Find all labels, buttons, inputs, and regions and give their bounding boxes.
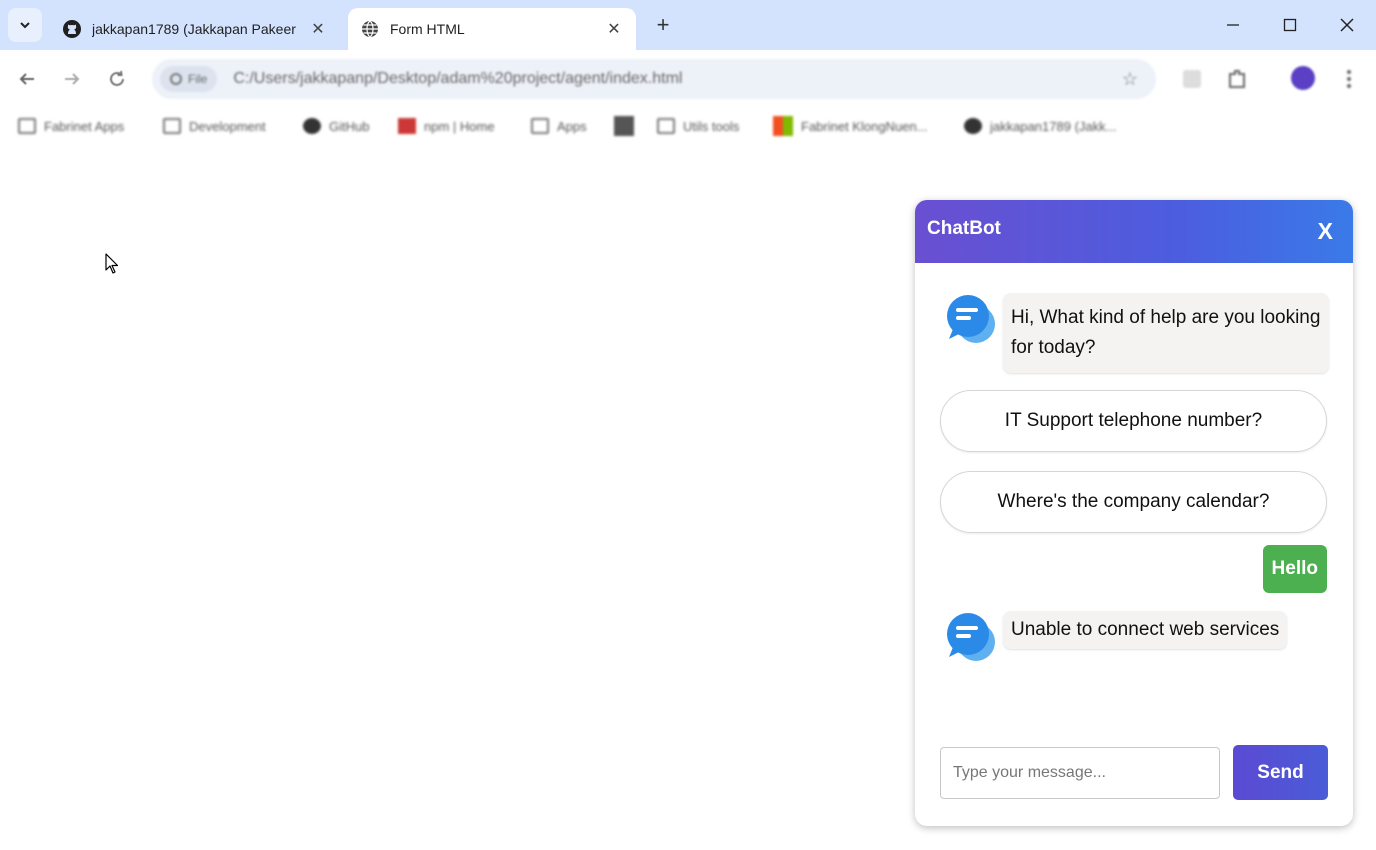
tab-title: jakkapan1789 (Jakkapan Pakeer <box>92 21 296 37</box>
back-button[interactable] <box>14 66 40 92</box>
tab-search-button[interactable] <box>8 8 42 42</box>
bookmarks-bar: Fabrinet Apps Development GitHub npm | H… <box>0 108 1376 144</box>
chat-header: ChatBot X <box>915 200 1353 263</box>
bookmark-item[interactable]: jakkapan1789 (Jakk... <box>964 116 1116 136</box>
reload-button[interactable] <box>104 66 130 92</box>
mouse-cursor-icon <box>105 253 119 274</box>
bookmark-item[interactable]: npm | Home <box>398 116 495 136</box>
github-icon <box>964 118 982 134</box>
quick-reply-option[interactable]: IT Support telephone number? <box>940 390 1327 452</box>
calculator-icon <box>614 116 634 136</box>
chat-input-row: Send <box>940 745 1328 801</box>
close-window-button[interactable] <box>1332 10 1362 40</box>
bookmark-item[interactable]: Fabrinet Apps <box>18 116 124 136</box>
maximize-button[interactable] <box>1275 10 1305 40</box>
npm-icon <box>398 118 416 134</box>
minimize-icon <box>1227 24 1239 26</box>
folder-icon <box>18 118 36 134</box>
tab-strip: jakkapan1789 (Jakkapan Pakeer ✕ Form HTM… <box>0 0 1376 50</box>
quick-reply-option[interactable]: Where's the company calendar? <box>940 471 1327 533</box>
bookmark-label: Apps <box>557 118 587 134</box>
microsoft-icon <box>773 116 793 136</box>
bot-message: Hi, What kind of help are you looking fo… <box>945 293 1329 373</box>
forward-button[interactable] <box>59 66 85 92</box>
folder-icon <box>657 118 675 134</box>
forward-arrow-icon <box>65 73 80 85</box>
bookmark-item[interactable]: GitHub <box>303 116 369 136</box>
bot-message: Unable to connect web services <box>945 611 1288 663</box>
send-button[interactable]: Send <box>1233 745 1328 800</box>
bookmark-item[interactable] <box>614 116 642 136</box>
bookmark-label: npm | Home <box>424 118 495 134</box>
browser-toolbar: File C:/Users/jakkapanp/Desktop/adam%20p… <box>0 50 1376 108</box>
chat-bubble-icon <box>947 295 995 343</box>
chat-close-button[interactable]: X <box>1318 218 1333 245</box>
close-tab-icon[interactable]: ✕ <box>604 19 624 39</box>
bookmark-item[interactable]: Utils tools <box>657 116 739 136</box>
bot-bubble: Unable to connect web services <box>1003 611 1288 649</box>
globe-icon <box>360 19 380 39</box>
back-arrow-icon <box>19 73 34 85</box>
address-bar[interactable]: File C:/Users/jakkapanp/Desktop/adam%20p… <box>152 59 1156 99</box>
extension-placeholder-icon[interactable] <box>1180 67 1204 91</box>
chevron-down-icon <box>20 22 30 29</box>
tab-form-html[interactable]: Form HTML ✕ <box>348 8 636 50</box>
site-info-label: File <box>188 72 208 86</box>
github-icon <box>303 118 321 134</box>
bookmark-item[interactable]: Fabrinet KlongNuen... <box>773 116 927 136</box>
bookmark-label: Development <box>189 118 266 134</box>
bookmark-label: Utils tools <box>683 118 740 134</box>
chat-bubble-icon <box>947 613 995 661</box>
chatbot-widget: ChatBot X Hi, What kind of help are you … <box>915 200 1353 826</box>
menu-kebab-icon[interactable] <box>1337 67 1361 91</box>
profile-avatar[interactable] <box>1291 66 1315 90</box>
close-tab-icon[interactable]: ✕ <box>308 19 328 39</box>
bookmark-label: jakkapan1789 (Jakk... <box>990 118 1117 134</box>
user-bubble: Hello <box>1262 545 1327 593</box>
new-tab-button[interactable]: + <box>650 12 676 38</box>
close-icon <box>1340 18 1354 32</box>
tab-github[interactable]: jakkapan1789 (Jakkapan Pakeer ✕ <box>50 8 340 50</box>
url-text: C:/Users/jakkapanp/Desktop/adam%20projec… <box>233 70 683 87</box>
maximize-icon <box>1283 18 1297 32</box>
bookmark-item[interactable]: Development <box>163 116 266 136</box>
bookmark-label: Fabrinet Apps <box>44 118 125 134</box>
bookmark-item[interactable]: Apps <box>531 116 587 136</box>
folder-icon <box>163 118 181 134</box>
bot-bubble: Hi, What kind of help are you looking fo… <box>1003 293 1329 373</box>
message-input[interactable] <box>940 747 1220 799</box>
extensions-icon[interactable] <box>1225 67 1249 91</box>
info-icon <box>170 73 182 85</box>
bookmark-label: Fabrinet KlongNuen... <box>801 118 928 134</box>
tab-title: Form HTML <box>390 21 465 37</box>
site-info-chip[interactable]: File <box>160 66 218 92</box>
bookmark-star-icon[interactable]: ☆ <box>1122 69 1138 90</box>
reload-icon <box>110 70 124 86</box>
minimize-button[interactable] <box>1218 10 1248 40</box>
folder-icon <box>531 118 549 134</box>
chat-title: ChatBot <box>927 218 1001 239</box>
github-icon <box>62 19 82 39</box>
bookmark-label: GitHub <box>329 118 370 134</box>
